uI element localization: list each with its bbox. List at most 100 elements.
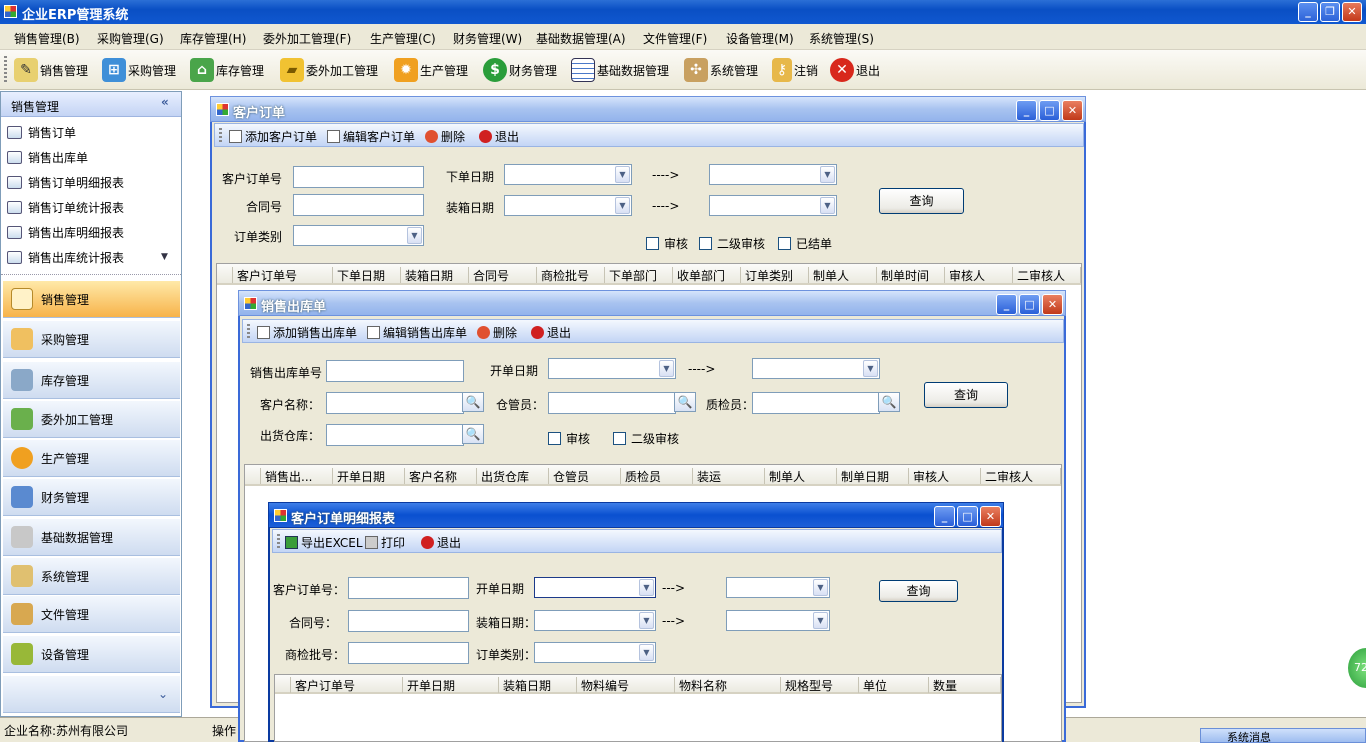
- menu-production[interactable]: 生产管理(C): [370, 30, 436, 47]
- menu-finance[interactable]: 财务管理(W): [453, 30, 522, 47]
- tb-sales-button[interactable]: ✎ 销售管理: [14, 54, 88, 86]
- col-header[interactable]: 规格型号: [781, 677, 859, 693]
- order-date-from[interactable]: ▼: [504, 164, 632, 185]
- nav-item-order-stats-report[interactable]: 销售订单统计报表: [7, 196, 124, 218]
- search-customer-button[interactable]: 🔍: [462, 392, 484, 412]
- col-header[interactable]: 制单人: [765, 468, 837, 484]
- col-header[interactable]: 订单类别: [741, 267, 809, 283]
- search-keeper-button[interactable]: 🔍: [674, 392, 696, 412]
- checkbox[interactable]: [613, 432, 626, 445]
- menu-base-data[interactable]: 基础数据管理(A): [536, 30, 626, 47]
- check-closed[interactable]: 已结单: [778, 235, 832, 252]
- checkbox[interactable]: [548, 432, 561, 445]
- col-header[interactable]: 制单人: [809, 267, 877, 283]
- edit-outbound-button[interactable]: 编辑销售出库单: [367, 324, 467, 341]
- nav-splitter[interactable]: [1, 274, 181, 278]
- menu-files[interactable]: 文件管理(F): [643, 30, 707, 47]
- strip-grip[interactable]: [247, 324, 250, 339]
- col-header[interactable]: 装箱日期: [401, 267, 469, 283]
- menu-sales[interactable]: 销售管理(B): [14, 30, 80, 47]
- checkbox[interactable]: [699, 237, 712, 250]
- col-header[interactable]: 下单日期: [333, 267, 401, 283]
- nav-group-system[interactable]: 系统管理: [3, 558, 180, 595]
- checkbox[interactable]: [778, 237, 791, 250]
- col-header[interactable]: 质检员: [621, 468, 693, 484]
- search-warehouse-button[interactable]: 🔍: [462, 424, 484, 444]
- customer-input[interactable]: [326, 392, 464, 414]
- col-header[interactable]: 收单部门: [673, 267, 741, 283]
- app-restore-button[interactable]: ❐: [1320, 2, 1340, 22]
- nav-collapse-icon[interactable]: «: [161, 95, 169, 109]
- query-button[interactable]: 查询: [924, 382, 1008, 408]
- app-close-button[interactable]: ✕: [1342, 2, 1362, 22]
- export-excel-button[interactable]: 导出EXCEL: [285, 534, 363, 551]
- check-audit[interactable]: 审核: [548, 430, 590, 447]
- close-button[interactable]: ✕: [1062, 100, 1083, 121]
- order-no-input[interactable]: [348, 577, 469, 599]
- pack-date-from[interactable]: ▼: [534, 610, 656, 631]
- query-button[interactable]: 查询: [879, 580, 958, 602]
- window-titlebar[interactable]: 销售出库单 _ □ ✕: [238, 290, 1066, 316]
- toolbar-grip[interactable]: [4, 56, 7, 84]
- menu-outsourcing[interactable]: 委外加工管理(F): [263, 30, 351, 47]
- minimize-button[interactable]: _: [996, 294, 1017, 315]
- col-header[interactable]: 开单日期: [403, 677, 499, 693]
- menu-equipment[interactable]: 设备管理(M): [726, 30, 794, 47]
- tb-outsourcing-button[interactable]: ▰ 委外加工管理: [280, 54, 378, 86]
- nav-group-sales[interactable]: 销售管理: [3, 281, 180, 318]
- nav-group-production[interactable]: 生产管理: [3, 440, 180, 477]
- contract-input[interactable]: [293, 194, 424, 216]
- tb-exit-button[interactable]: ✕ 退出: [830, 54, 880, 86]
- nav-group-finance[interactable]: 财务管理: [3, 479, 180, 516]
- close-button[interactable]: ✕: [980, 506, 1001, 527]
- print-button[interactable]: 打印: [365, 534, 405, 551]
- col-header[interactable]: 商检批号: [537, 267, 605, 283]
- tb-purchase-button[interactable]: ⊞ 采购管理: [102, 54, 176, 86]
- outbound-no-input[interactable]: [326, 360, 464, 382]
- col-header[interactable]: 客户订单号: [291, 677, 403, 693]
- system-message-popup[interactable]: 系统消息: [1200, 728, 1366, 743]
- maximize-button[interactable]: □: [957, 506, 978, 527]
- window-titlebar[interactable]: 客户订单 _ □ ✕: [210, 96, 1086, 122]
- order-type-select[interactable]: ▼: [293, 225, 424, 246]
- pack-date-to[interactable]: ▼: [709, 195, 837, 216]
- nav-item-order-detail-report[interactable]: 销售订单明细报表: [7, 171, 124, 193]
- col-header[interactable]: 仓管员: [549, 468, 621, 484]
- col-header[interactable]: 数量: [929, 677, 1001, 693]
- col-header[interactable]: 审核人: [945, 267, 1013, 283]
- w3-detail-grid[interactable]: 客户订单号 开单日期 装箱日期 物料编号 物料名称 规格型号 单位 数量: [274, 674, 1002, 742]
- nav-group-files[interactable]: 文件管理: [3, 596, 180, 633]
- open-date-to[interactable]: ▼: [752, 358, 880, 379]
- menu-system[interactable]: 系统管理(S): [809, 30, 874, 47]
- strip-grip[interactable]: [219, 128, 222, 143]
- pack-date-from[interactable]: ▼: [504, 195, 632, 216]
- maximize-button[interactable]: □: [1039, 100, 1060, 121]
- exit-order-button[interactable]: 退出: [479, 128, 519, 145]
- col-header[interactable]: 开单日期: [333, 468, 405, 484]
- minimize-button[interactable]: _: [1016, 100, 1037, 121]
- open-date-from[interactable]: ▼: [548, 358, 676, 379]
- check-second-audit[interactable]: 二级审核: [613, 430, 679, 447]
- edit-order-button[interactable]: 编辑客户订单: [327, 128, 415, 145]
- open-date-from[interactable]: ▼: [534, 577, 656, 598]
- tb-inventory-button[interactable]: ⌂ 库存管理: [190, 54, 264, 86]
- tb-base-data-button[interactable]: 基础数据管理: [571, 54, 669, 86]
- nav-item-sales-order[interactable]: 销售订单: [7, 121, 76, 143]
- col-header[interactable]: 物料名称: [675, 677, 781, 693]
- tb-system-button[interactable]: ✣ 系统管理: [684, 54, 758, 86]
- inspector-input[interactable]: [752, 392, 880, 414]
- search-inspector-button[interactable]: 🔍: [878, 392, 900, 412]
- nav-group-equipment[interactable]: 设备管理: [3, 636, 180, 673]
- col-header[interactable]: 销售出...: [261, 468, 333, 484]
- col-header[interactable]: 出货仓库: [477, 468, 549, 484]
- check-audit[interactable]: 审核: [646, 235, 688, 252]
- nav-item-outbound-detail-report[interactable]: 销售出库明细报表: [7, 221, 124, 243]
- tb-finance-button[interactable]: $ 财务管理: [483, 54, 557, 86]
- order-no-input[interactable]: [293, 166, 424, 188]
- tb-logout-button[interactable]: ⚷ 注销: [772, 54, 818, 86]
- query-button[interactable]: 查询: [879, 188, 964, 214]
- menu-purchase[interactable]: 采购管理(G): [97, 30, 164, 47]
- exit-outbound-button[interactable]: 退出: [531, 324, 571, 341]
- col-header[interactable]: 审核人: [909, 468, 981, 484]
- exit-report-button[interactable]: 退出: [421, 534, 461, 551]
